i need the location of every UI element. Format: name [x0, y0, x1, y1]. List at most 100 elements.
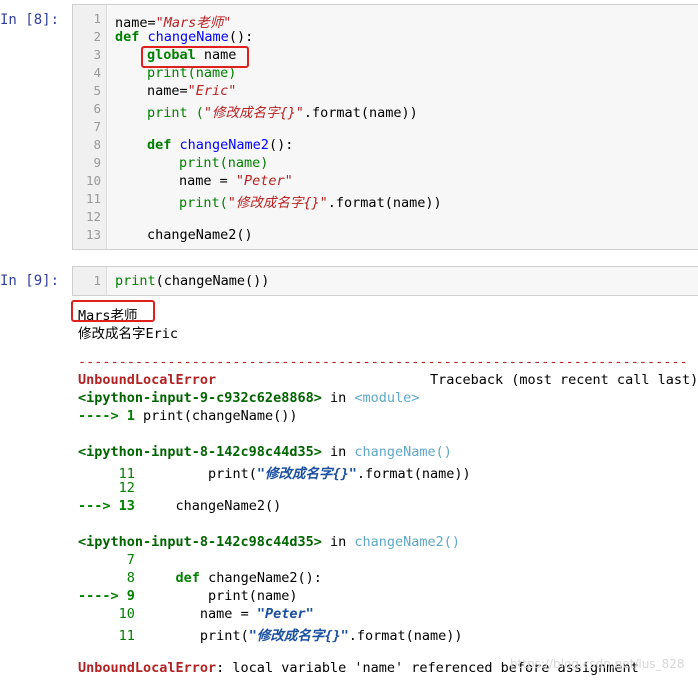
line-number: 8 — [78, 570, 135, 586]
function-name: changeName2 — [179, 137, 269, 153]
string-literal: "Peter" — [256, 606, 314, 622]
code-line-5[interactable]: name="Eric" — [147, 83, 236, 99]
code-token: name = — [134, 606, 257, 622]
line-number: 5 — [93, 83, 101, 98]
highlight-box-global — [141, 46, 249, 68]
code-token: .format(name)) — [356, 466, 471, 482]
error-name: UnboundLocalError — [78, 372, 217, 388]
traceback-header: Traceback (most recent call last) — [430, 372, 698, 388]
traceback-frame-2-line-11: 11 print("修改成名字{}".format(name)) — [78, 462, 471, 482]
code-line-8[interactable]: def changeName2(): — [147, 137, 293, 153]
traceback-separator: ----------------------------------------… — [78, 354, 688, 370]
traceback-frame-2-line-13: ---> 13 changeName2() — [78, 498, 281, 514]
frame-paren: () — [435, 444, 452, 460]
code-token: (changeName()) — [155, 273, 270, 289]
code-line-1[interactable]: name="Mars老师" — [115, 11, 231, 31]
keyword: def — [115, 29, 140, 45]
code-token: .format(name)) — [303, 105, 418, 121]
traceback-frame-3-line-11: 11 print("修改成名字{}".format(name)) — [78, 624, 463, 644]
line-number: 1 — [93, 11, 101, 26]
traceback-frame-2: <ipython-input-8-142c98c44d35> in change… — [78, 444, 452, 460]
code-token: changeName2() — [147, 227, 253, 243]
cell-prompt-8: In [8]: — [0, 12, 60, 28]
frame-func: changeName2 — [354, 534, 444, 550]
line-number-gutter: 1 2 3 4 5 6 7 8 9 10 11 12 13 — [73, 5, 107, 249]
line-number: 11 — [78, 628, 135, 644]
code-token: print ( — [147, 105, 204, 121]
code-line-10[interactable]: name = "Peter" — [179, 173, 293, 189]
line-number: 8 — [93, 137, 101, 152]
line-number: 9 — [93, 155, 101, 170]
code-line-2[interactable]: def changeName(): — [115, 29, 253, 45]
code-token: name = — [179, 173, 236, 189]
code-token: (): — [268, 137, 294, 153]
cell-prompt-9: In [9]: — [0, 273, 60, 289]
code-token: .format(name)) — [348, 628, 463, 644]
traceback-frame-2-line-12: 12 — [78, 480, 135, 496]
code-line-9[interactable]: print(name) — [179, 155, 268, 171]
code-token: (): — [228, 29, 254, 45]
string-literal: "Peter" — [235, 173, 293, 189]
frame-in: in — [321, 444, 355, 460]
line-number: 3 — [93, 47, 101, 62]
frame-func: changeName — [354, 444, 436, 460]
code-token: print( — [134, 628, 249, 644]
code-token: name= — [147, 83, 188, 99]
code-token: print(name) — [179, 155, 269, 171]
string-literal: "Eric" — [187, 83, 237, 99]
line-number: 7 — [93, 119, 101, 134]
line-number: 6 — [93, 101, 101, 116]
traceback-header-line: UnboundLocalError — [78, 372, 216, 388]
code-token: print — [115, 273, 156, 289]
line-number: 7 — [78, 552, 135, 568]
line-number: 10 — [85, 173, 101, 188]
traceback-frame-1-line: ----> 1 print(changeName()) — [78, 408, 297, 424]
frame-file: <ipython-input-8-142c98c44d35> — [78, 444, 322, 460]
code-token: (changeName()) — [183, 408, 298, 424]
traceback-frame-3-line-9: ----> 9 print(name) — [78, 588, 297, 604]
frame-file: <ipython-input-9-c932c62e8868> — [78, 390, 322, 406]
code-token: changeName2() — [134, 498, 282, 514]
error-arrow: ----> 9 — [78, 588, 135, 604]
string-literal: "修改成名字{}" — [248, 628, 349, 644]
line-number: 12 — [78, 480, 135, 496]
error-arrow: ---> 13 — [78, 498, 135, 514]
line-number-gutter: 1 — [73, 267, 107, 295]
code-token: changeName2(): — [199, 570, 322, 586]
traceback-frame-3-line-10: 10 name = "Peter" — [78, 606, 314, 622]
error-arrow: ----> 1 — [78, 408, 135, 424]
output-line-2: 修改成名字Eric — [78, 326, 179, 342]
line-number: 11 — [85, 191, 101, 206]
frame-in: in — [321, 534, 355, 550]
code-cell-8[interactable]: 1 2 3 4 5 6 7 8 9 10 11 12 13 name="Mars… — [72, 4, 698, 250]
line-number: 2 — [93, 29, 101, 44]
highlight-box-output — [71, 300, 155, 322]
keyword: def — [134, 570, 200, 586]
frame-file: <ipython-input-8-142c98c44d35> — [78, 534, 322, 550]
traceback-frame-3-line-7: 7 — [78, 552, 135, 568]
string-literal: "修改成名字{}" — [203, 105, 304, 121]
traceback-frame-3-line-8: 8 def changeName2(): — [78, 570, 322, 586]
string-literal: "修改成名字{}" — [256, 466, 357, 482]
code-line-6[interactable]: print ("修改成名字{}".format(name)) — [147, 101, 418, 121]
line-number: 12 — [85, 209, 101, 224]
line-number: 13 — [85, 227, 101, 242]
traceback-frame-1: <ipython-input-9-c932c62e8868> in <modul… — [78, 390, 419, 406]
code-cell-9[interactable]: 1 print(changeName()) — [72, 266, 698, 296]
code-line-1[interactable]: print(changeName()) — [115, 273, 269, 289]
code-token: print( — [179, 195, 228, 211]
code-line-13[interactable]: changeName2() — [147, 227, 253, 243]
frame-paren: () — [443, 534, 461, 550]
line-number: 4 — [93, 65, 101, 80]
function-name: changeName — [147, 29, 229, 45]
frame-in: in — [321, 390, 355, 406]
keyword: def — [147, 137, 172, 153]
frame-func: <module> — [354, 390, 420, 406]
error-name: UnboundLocalError — [78, 660, 217, 676]
string-literal: "修改成名字{}" — [227, 195, 328, 211]
traceback-frame-3: <ipython-input-8-142c98c44d35> in change… — [78, 534, 460, 550]
code-line-11[interactable]: print("修改成名字{}".format(name)) — [179, 191, 442, 211]
code-token: print(name) — [134, 588, 298, 604]
line-number: 1 — [93, 273, 101, 288]
watermark: https://blog.csdn.net/lus_828 — [510, 657, 685, 671]
